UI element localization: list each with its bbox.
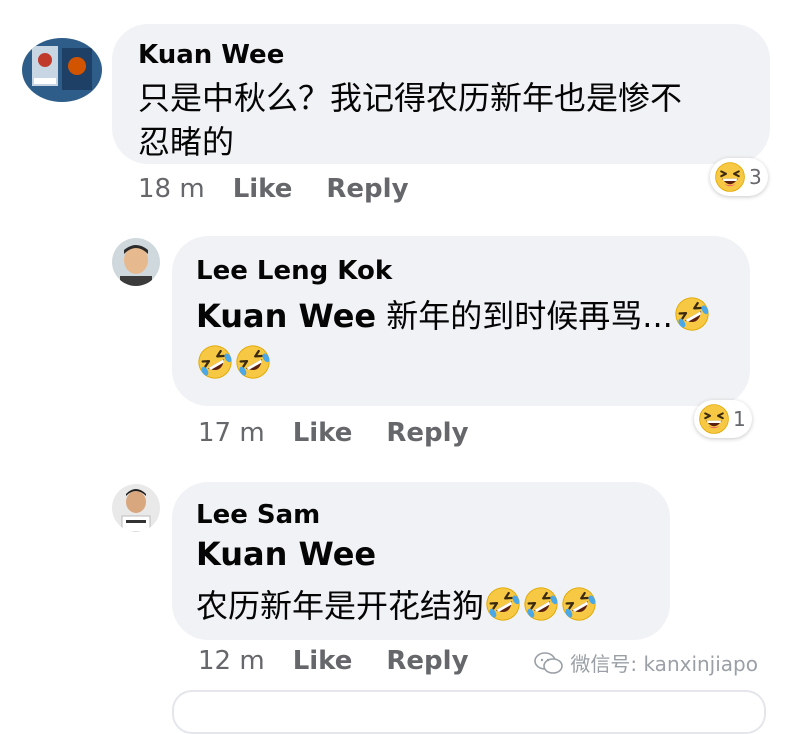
rofl-face-icon [673,295,711,333]
comment-author[interactable]: Kuan Wee [138,40,284,70]
rofl-face-icon [560,585,598,623]
comment-meta: 12 m Like Reply [198,646,469,676]
laughing-face-icon [714,161,746,193]
comment-meta: 17 m Like Reply [198,418,469,448]
reply-input[interactable] [172,690,766,734]
comment-time[interactable]: 17 m [198,418,265,448]
rofl-face-icon [234,343,272,381]
comment-text-body: 农历新年是开花结狗 [196,587,485,625]
rofl-face-icon [196,343,234,381]
rofl-face-icon [522,585,560,623]
reply-button[interactable]: Reply [386,418,468,448]
comment-text: Kuan Wee 农历新年是开花结狗 [196,532,598,628]
rofl-face-icon [484,585,522,623]
like-button[interactable]: Like [233,174,293,204]
laughing-face-icon [698,403,730,435]
mention-link[interactable]: Kuan Wee [196,532,598,576]
comment-text-body: 新年的到时候再骂... [376,297,673,335]
reply-button[interactable]: Reply [386,646,468,676]
like-button[interactable]: Like [293,418,353,448]
comment-text: 只是中秋么？我记得农历新年也是惨不 忍睹的 [138,76,682,164]
emoji-row [196,342,736,386]
avatar[interactable] [22,38,102,102]
avatar[interactable] [112,238,160,286]
comment-author[interactable]: Lee Leng Kok [196,256,392,286]
comment-bubble: Lee Sam Kuan Wee 农历新年是开花结狗 [172,482,670,640]
avatar-image [112,238,160,286]
wechat-icon [534,651,564,674]
comment-author[interactable]: Lee Sam [196,500,320,530]
mention-link[interactable]: Kuan Wee [196,297,376,335]
like-button[interactable]: Like [293,646,353,676]
avatar-image [22,38,102,102]
comment-text: Kuan Wee 新年的到时候再骂... [196,294,736,386]
comment-bubble: Lee Leng Kok Kuan Wee 新年的到时候再骂... [172,236,750,406]
comment-time[interactable]: 12 m [198,646,265,676]
reaction-badge[interactable]: 3 [710,158,768,196]
reaction-badge[interactable]: 1 [694,400,752,438]
reply-button[interactable]: Reply [326,174,408,204]
comment-text-line: 忍睹的 [138,123,235,161]
reaction-count: 1 [733,407,746,431]
avatar[interactable] [112,484,160,532]
comment-time[interactable]: 18 m [138,174,205,204]
comment-text-line: 只是中秋么？我记得农历新年也是惨不 [138,79,683,117]
comment-meta: 18 m Like Reply [138,174,409,204]
watermark-text: 微信号: kanxinjiapo [570,652,758,676]
watermark: 微信号: kanxinjiapo [534,648,758,677]
avatar-image [112,484,160,532]
reaction-count: 3 [749,165,762,189]
comment-text-line: 农历新年是开花结狗 [196,584,598,628]
comment-bubble: Kuan Wee 只是中秋么？我记得农历新年也是惨不 忍睹的 [112,24,770,164]
